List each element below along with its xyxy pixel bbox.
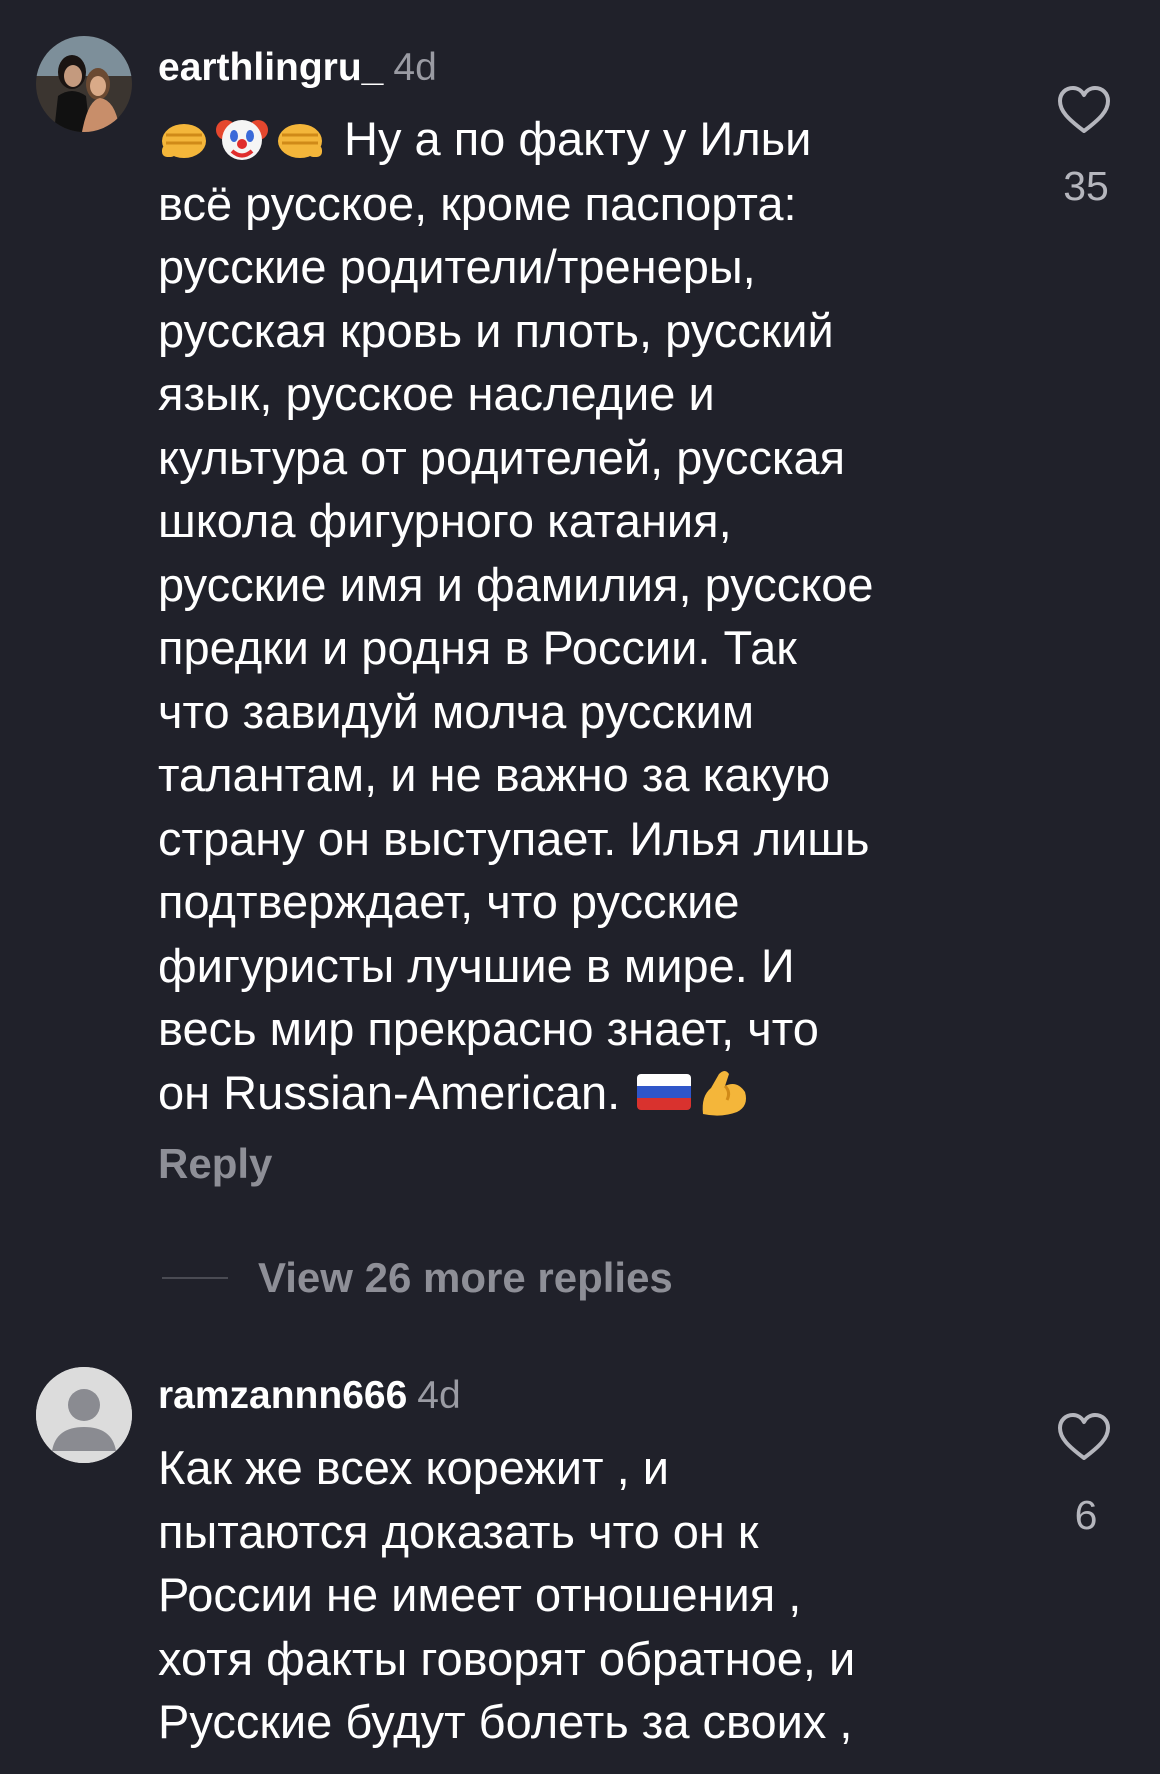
default-avatar-icon bbox=[36, 1367, 132, 1463]
comment-line: страну он выступает. Илья лишь bbox=[158, 811, 870, 865]
avatar[interactable] bbox=[36, 36, 132, 132]
comment-line: что завидуй молча русским bbox=[158, 684, 755, 738]
timestamp: 4d bbox=[393, 46, 437, 89]
like-count: 6 bbox=[1074, 1492, 1098, 1538]
reply-button[interactable]: Reply bbox=[158, 1140, 272, 1188]
comment-line-text: он Russian-American. bbox=[158, 1065, 621, 1119]
comment-text: Как же всех корежит , и пытаются доказат… bbox=[158, 1436, 1018, 1754]
comment-line: России не имеет отношения , bbox=[158, 1568, 802, 1621]
timestamp: 4d bbox=[417, 1374, 461, 1417]
comment-line: культура от родителей, русская bbox=[158, 430, 846, 484]
comment-meta: ramzannn666 4d bbox=[158, 1372, 461, 1420]
comment-line: талантам, и не важно за какую bbox=[158, 748, 831, 802]
fist-emoji-icon bbox=[274, 117, 326, 161]
username[interactable]: ramzannn666 bbox=[158, 1374, 407, 1417]
comment-line: Как же всех корежит , и bbox=[158, 1441, 670, 1494]
flexed-biceps-icon bbox=[697, 1066, 749, 1118]
comment-meta: earthlingru_ 4d bbox=[158, 44, 437, 92]
comment-line: язык, русское наследие и bbox=[158, 367, 715, 421]
comment-line: русская кровь и плоть, русский bbox=[158, 303, 834, 357]
comment-line: фигуристы лучшие в мире. И bbox=[158, 938, 795, 992]
comment-line: весь мир прекрасно знает, что bbox=[158, 1002, 819, 1056]
username[interactable]: earthlingru_ bbox=[158, 46, 383, 89]
comment-line: школа фигурного катания, bbox=[158, 494, 732, 548]
russia-flag-icon bbox=[637, 1074, 692, 1111]
comment-line: русские имя и фамилия, русское bbox=[158, 557, 874, 611]
comment-line: пытаются доказать что он к bbox=[158, 1504, 759, 1558]
comment-line: предки и родня в России. Так bbox=[158, 621, 797, 675]
comment-line: он Russian-American. bbox=[158, 1061, 1018, 1127]
view-replies-button[interactable]: View 26 more replies bbox=[162, 1250, 673, 1306]
comment-line: Ну а по факту у Ильи bbox=[158, 107, 1018, 172]
divider-line bbox=[162, 1277, 228, 1279]
comment-line: подтверждает, что русские bbox=[158, 875, 740, 929]
like-button[interactable] bbox=[1056, 84, 1116, 136]
view-replies-label[interactable]: View 26 more replies bbox=[258, 1254, 673, 1302]
like-button[interactable] bbox=[1056, 1411, 1116, 1463]
comment-text: Ну а по факту у Ильи всё русское, кроме … bbox=[158, 107, 1018, 1126]
comment-line: всё русское, кроме паспорта: bbox=[158, 176, 797, 230]
clown-emoji-icon bbox=[214, 114, 270, 164]
comment-line: хотя факты говорят обратное, и bbox=[158, 1631, 856, 1685]
comment-line-text: Ну а по факту у Ильи bbox=[344, 112, 812, 165]
comment-line: Русские будут болеть за своих , bbox=[158, 1695, 853, 1748]
comment-line: русские родители/тренеры, bbox=[158, 240, 756, 294]
heart-icon bbox=[1058, 86, 1110, 133]
like-count: 35 bbox=[1063, 163, 1109, 209]
avatar-photo-icon bbox=[36, 36, 132, 132]
avatar[interactable] bbox=[36, 1367, 132, 1463]
fist-emoji-icon bbox=[158, 117, 210, 161]
heart-icon bbox=[1058, 1413, 1110, 1460]
